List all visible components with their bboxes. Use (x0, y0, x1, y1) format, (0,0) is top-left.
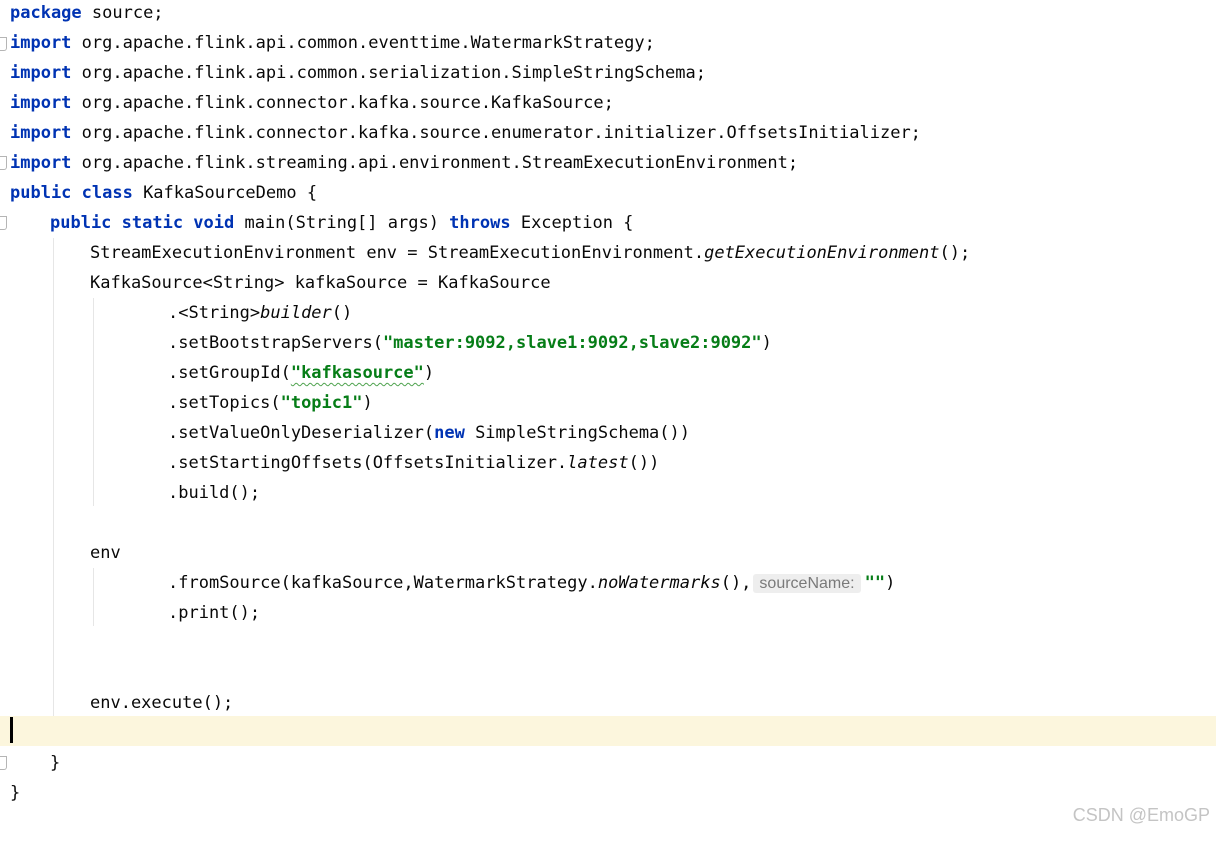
code-text: .fromSource(kafkaSource,WatermarkStrateg… (168, 573, 598, 593)
keyword: throws (449, 213, 511, 233)
code-line[interactable]: .setStartingOffsets(OffsetsInitializer.l… (0, 448, 1216, 478)
code-line[interactable]: import org.apache.flink.connector.kafka.… (0, 118, 1216, 148)
code-line[interactable]: .setValueOnlyDeserializer(new SimpleStri… (0, 418, 1216, 448)
code-text: } (10, 783, 21, 803)
code-line[interactable]: .build(); (0, 478, 1216, 508)
keyword: import (10, 33, 72, 53)
code-text: Exception { (510, 213, 634, 233)
code-text: env.execute(); (90, 693, 234, 713)
code-text: } (50, 753, 61, 773)
code-text: .setTopics( (168, 393, 281, 413)
keyword: import (10, 63, 72, 83)
current-line-highlight[interactable] (0, 716, 1216, 746)
code-text: .setBootstrapServers( (168, 333, 383, 353)
code-line[interactable]: import org.apache.flink.api.common.seria… (0, 58, 1216, 88)
code-line[interactable]: .setBootstrapServers("master:9092,slave1… (0, 328, 1216, 358)
code-text: org.apache.flink.connector.kafka.source.… (71, 123, 921, 143)
keyword: new (434, 423, 465, 443)
code-line[interactable]: env.execute(); (0, 688, 1216, 718)
code-text: .setStartingOffsets(OffsetsInitializer. (168, 453, 568, 473)
parameter-hint: sourceName: (753, 574, 861, 593)
keyword: import (10, 123, 72, 143)
code-line[interactable]: import org.apache.flink.streaming.api.en… (0, 148, 1216, 178)
code-text: KafkaSourceDemo { (132, 183, 318, 203)
code-text: .setValueOnlyDeserializer( (168, 423, 435, 443)
code-text: SimpleStringSchema()) (464, 423, 690, 443)
code-line[interactable]: import org.apache.flink.api.common.event… (0, 28, 1216, 58)
code-editor[interactable]: package source; import org.apache.flink.… (0, 0, 1216, 832)
keyword: import (10, 153, 72, 173)
string-literal: "" (864, 573, 886, 593)
code-text: () (331, 303, 353, 323)
watermark: CSDN @EmoGP (1072, 805, 1210, 825)
code-text: source; (81, 3, 164, 23)
method-call: noWatermarks (597, 573, 721, 593)
code-line[interactable]: .fromSource(kafkaSource,WatermarkStrateg… (0, 568, 1216, 598)
code-text: .build(); (168, 483, 261, 503)
code-line[interactable]: package source; (0, 0, 1216, 28)
string-literal: "kafkasource" (290, 363, 424, 383)
string-literal: "master:9092,slave1:9092,slave2:9092" (382, 333, 762, 353)
code-text: org.apache.flink.streaming.api.environme… (71, 153, 799, 173)
code-text: ) (362, 393, 373, 413)
text-caret (10, 717, 13, 743)
keyword: import (10, 93, 72, 113)
code-line[interactable]: public class KafkaSourceDemo { (0, 178, 1216, 208)
code-text: .setGroupId( (168, 363, 291, 383)
code-line[interactable]: StreamExecutionEnvironment env = StreamE… (0, 238, 1216, 268)
string-literal: "topic1" (280, 393, 363, 413)
code-line[interactable]: env (0, 538, 1216, 568)
code-text: ) (761, 333, 772, 353)
code-text: .<String> (168, 303, 261, 323)
code-text: (); (939, 243, 971, 263)
code-line[interactable]: public static void main(String[] args) t… (0, 208, 1216, 238)
code-line[interactable]: .<String>builder() (0, 298, 1216, 328)
code-text: .print(); (168, 603, 261, 623)
code-text: org.apache.flink.api.common.eventtime.Wa… (71, 33, 655, 53)
code-line[interactable]: import org.apache.flink.connector.kafka.… (0, 88, 1216, 118)
code-text: ()) (628, 453, 660, 473)
code-line[interactable]: .setGroupId("kafkasource") (0, 358, 1216, 388)
keyword: public static void (50, 213, 235, 233)
keyword: package (10, 3, 82, 23)
code-text: env (90, 543, 121, 563)
method-call: builder (260, 303, 332, 323)
code-text: org.apache.flink.connector.kafka.source.… (71, 93, 614, 113)
code-line[interactable]: } (0, 748, 1216, 778)
code-line[interactable]: .setTopics("topic1") (0, 388, 1216, 418)
code-text: ) (423, 363, 435, 383)
code-line[interactable]: .print(); (0, 598, 1216, 628)
code-text: main(String[] args) (234, 213, 450, 233)
method-call: latest (567, 453, 629, 473)
method-call: getExecutionEnvironment (704, 243, 940, 263)
keyword: public class (10, 183, 133, 203)
code-text: org.apache.flink.api.common.serializatio… (71, 63, 706, 83)
code-text: (), (720, 573, 752, 593)
code-line[interactable]: } (0, 778, 1216, 808)
code-text: StreamExecutionEnvironment env = StreamE… (90, 243, 705, 263)
code-line[interactable]: KafkaSource<String> kafkaSource = KafkaS… (0, 268, 1216, 298)
code-text: ) (885, 573, 896, 593)
code-text: KafkaSource<String> kafkaSource = KafkaS… (90, 273, 551, 293)
